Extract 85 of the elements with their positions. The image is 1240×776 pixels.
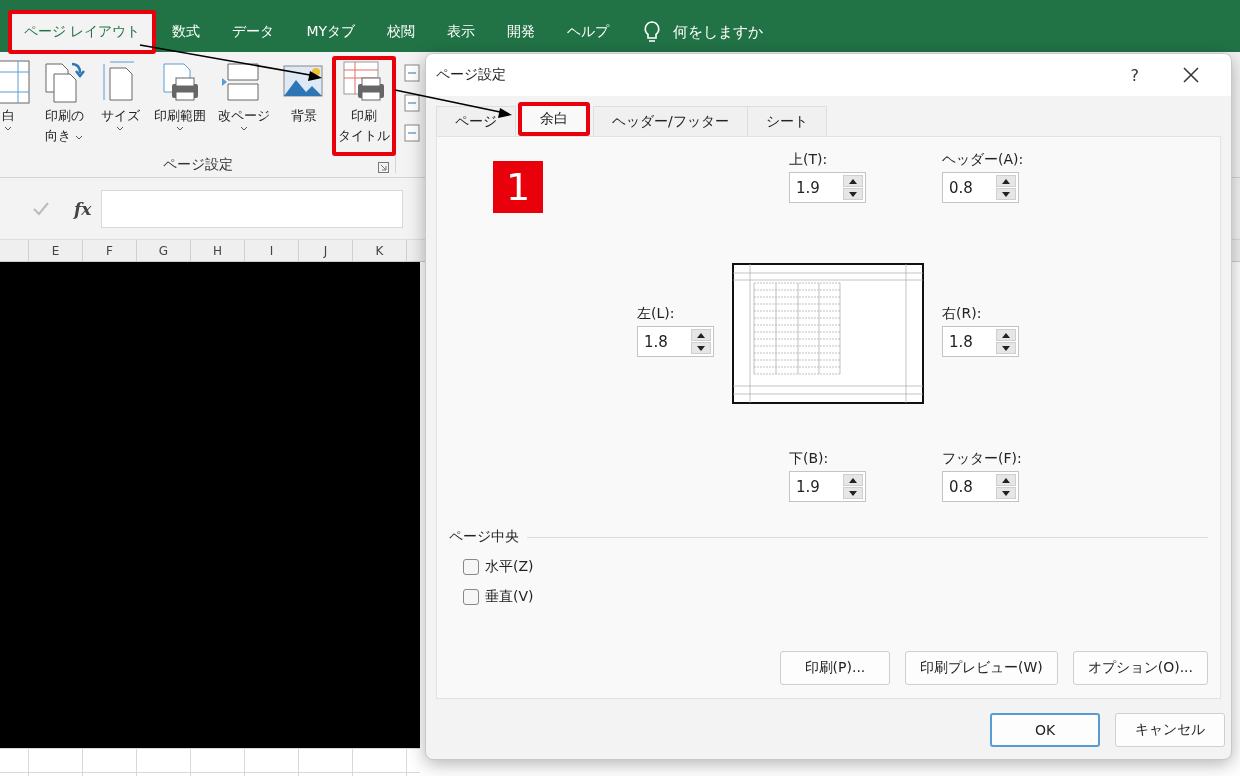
checkbox[interactable] <box>463 559 479 575</box>
triangle-up-icon <box>1002 332 1010 338</box>
spin-down-button[interactable] <box>843 188 863 200</box>
checkbox-label[interactable]: 水平(Z) <box>485 558 534 576</box>
column-header[interactable]: H <box>191 240 245 261</box>
ribbon-button[interactable]: サイズ <box>92 56 148 156</box>
dialog-button[interactable]: オプション(O)... <box>1072 651 1208 685</box>
pages-icon <box>42 60 86 104</box>
margin-input[interactable]: 1.8 <box>637 326 714 357</box>
spin-up-button[interactable] <box>843 175 863 187</box>
ribbon-tab[interactable]: 開発 <box>491 10 552 54</box>
checkbox-label[interactable]: 垂直(V) <box>485 588 534 606</box>
group-label: ページ設定 <box>162 156 233 174</box>
spin-up-button[interactable] <box>691 329 711 341</box>
field-label: 左(L): <box>637 305 676 323</box>
spin-up-button[interactable] <box>843 474 863 486</box>
margin-input[interactable]: 0.8 <box>942 172 1019 203</box>
ribbon-button[interactable]: 背景 <box>276 56 332 156</box>
close-icon[interactable] <box>1183 67 1199 83</box>
step-badge: 1 <box>493 161 543 213</box>
triangle-down-icon <box>1002 191 1010 197</box>
triangle-up-icon <box>849 477 857 483</box>
field-label: 下(B): <box>789 450 830 468</box>
ribbon-button[interactable]: 改ページ <box>212 56 276 156</box>
ribbon-button[interactable]: 印刷 タイトル <box>332 56 396 156</box>
formula-input[interactable] <box>101 189 404 228</box>
triangle-up-icon <box>1002 178 1010 184</box>
ribbon-tab[interactable]: 校閲 <box>371 10 432 54</box>
ribbon-tab[interactable]: データ <box>216 10 291 54</box>
group-title: ページ中央 <box>449 528 519 546</box>
column-header[interactable]: G <box>137 240 191 261</box>
margin-input[interactable]: 1.8 <box>942 326 1019 357</box>
table-printer-icon <box>342 60 386 104</box>
dialog-tab[interactable]: ヘッダー/フッター <box>593 106 748 136</box>
spin-down-button[interactable] <box>996 188 1016 200</box>
insert-function-button[interactable]: fx <box>74 198 92 219</box>
help-button[interactable]: ? <box>1130 65 1139 85</box>
spin-up-button[interactable] <box>996 474 1016 486</box>
ribbon-button[interactable]: 印刷範囲 <box>148 56 212 156</box>
triangle-down-icon <box>697 345 705 351</box>
triangle-up-icon <box>849 178 857 184</box>
ribbon-button[interactable]: 印刷の 向き <box>36 56 92 156</box>
field-label: フッター(F): <box>942 450 1023 468</box>
column-header[interactable]: E <box>29 240 83 261</box>
field-label: 右(R): <box>942 305 983 323</box>
margin-input[interactable]: 1.9 <box>789 172 866 203</box>
triangle-down-icon <box>1002 490 1010 496</box>
ribbon-tab[interactable]: 表示 <box>431 10 492 54</box>
triangle-down-icon <box>849 490 857 496</box>
ribbon-tab[interactable]: ページ レイアウト <box>8 10 157 54</box>
triangle-down-icon <box>1002 345 1010 351</box>
spin-down-button[interactable] <box>996 342 1016 354</box>
dialog-button[interactable]: キャンセル <box>1115 713 1225 747</box>
ribbon-button[interactable]: 白 <box>0 56 36 156</box>
dialog-button[interactable]: 印刷プレビュー(W) <box>904 651 1058 685</box>
ribbon-tab[interactable]: 数式 <box>156 10 217 54</box>
dialog-tab[interactable]: シート <box>746 106 827 136</box>
spin-down-button[interactable] <box>996 487 1016 499</box>
column-header[interactable]: F <box>83 240 137 261</box>
ribbon-tab[interactable]: MYタブ <box>290 10 372 54</box>
dialog-launcher-icon[interactable] <box>378 162 389 173</box>
dialog-title: ページ設定 <box>436 66 507 84</box>
dialog-tab[interactable]: 余白 <box>518 102 590 136</box>
dialog-button[interactable]: OK <box>990 713 1100 747</box>
dialog-button[interactable]: 印刷(P)... <box>779 651 890 685</box>
triangle-down-icon <box>849 191 857 197</box>
dialog-tab[interactable]: ページ <box>436 106 516 136</box>
spin-down-button[interactable] <box>843 487 863 499</box>
spin-up-button[interactable] <box>996 329 1016 341</box>
column-header[interactable]: K <box>353 240 407 261</box>
column-header[interactable]: J <box>299 240 353 261</box>
field-label: ヘッダー(A): <box>942 151 1025 169</box>
field-label: 上(T): <box>789 151 829 169</box>
triangle-up-icon <box>1002 477 1010 483</box>
tell-me-field[interactable]: 何をしますか <box>671 22 816 42</box>
column-header[interactable]: I <box>245 240 299 261</box>
checkbox[interactable] <box>463 589 479 605</box>
triangle-up-icon <box>697 332 705 338</box>
spin-down-button[interactable] <box>691 342 711 354</box>
spin-up-button[interactable] <box>996 175 1016 187</box>
margin-input[interactable]: 1.9 <box>789 471 866 502</box>
check-icon <box>32 200 50 217</box>
lightbulb-icon <box>643 20 662 44</box>
ribbon-tab[interactable]: ヘルプ <box>551 10 626 54</box>
margin-input[interactable]: 0.8 <box>942 471 1019 502</box>
